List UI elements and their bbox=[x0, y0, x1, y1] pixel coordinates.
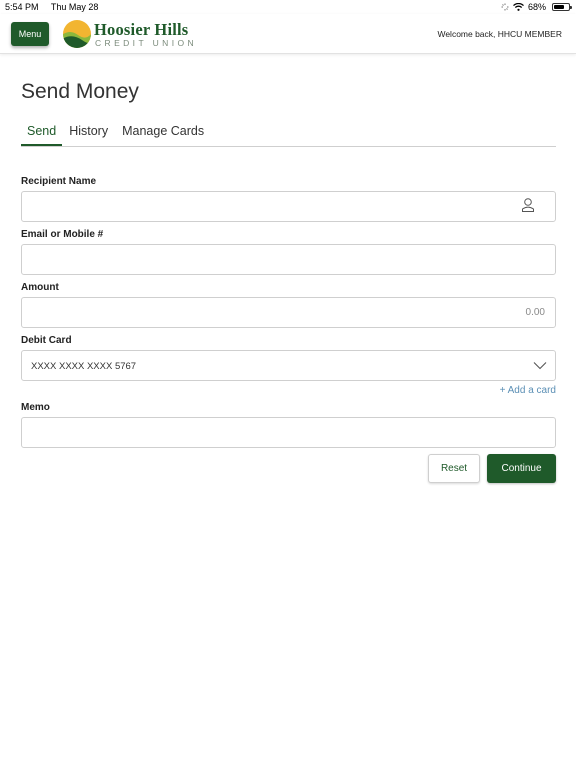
tab-bar: Send History Manage Cards bbox=[21, 122, 556, 147]
logo-title: Hoosier Hills bbox=[94, 20, 189, 39]
email-mobile-label: Email or Mobile # bbox=[21, 229, 104, 240]
email-mobile-input[interactable] bbox=[22, 245, 555, 274]
logo[interactable]: Hoosier Hills CREDIT UNION bbox=[62, 19, 197, 49]
debit-card-label: Debit Card bbox=[21, 335, 72, 346]
memo-label: Memo bbox=[21, 402, 50, 413]
contact-person-icon[interactable] bbox=[521, 197, 535, 213]
memo-field bbox=[21, 417, 556, 448]
email-mobile-field bbox=[21, 244, 556, 275]
hills-logo-icon bbox=[63, 20, 91, 48]
add-card-link[interactable]: + Add a card bbox=[500, 385, 556, 396]
recipient-name-label: Recipient Name bbox=[21, 176, 97, 187]
logo-subtitle: CREDIT UNION bbox=[95, 38, 198, 48]
debit-card-value: XXXX XXXX XXXX 5767 bbox=[31, 361, 137, 372]
loading-spinner-icon bbox=[501, 3, 509, 11]
tab-manage-cards[interactable]: Manage Cards bbox=[115, 122, 211, 146]
status-bar: 5:54 PM Thu May 28 68% bbox=[0, 0, 576, 14]
recipient-name-field bbox=[21, 191, 556, 222]
tab-history[interactable]: History bbox=[62, 122, 115, 146]
status-date: Thu May 28 bbox=[50, 2, 99, 12]
debit-card-select[interactable]: XXXX XXXX XXXX 5767 bbox=[21, 350, 556, 381]
battery-percent: 68% bbox=[527, 2, 546, 12]
continue-button[interactable]: Continue bbox=[487, 454, 556, 483]
tab-send[interactable]: Send bbox=[21, 122, 63, 146]
menu-button[interactable]: Menu bbox=[11, 22, 49, 46]
wifi-icon bbox=[513, 3, 524, 11]
battery-icon bbox=[552, 3, 572, 11]
memo-input[interactable] bbox=[22, 418, 555, 447]
amount-label: Amount bbox=[21, 282, 59, 293]
status-time: 5:54 PM bbox=[5, 2, 39, 12]
amount-input[interactable] bbox=[22, 298, 555, 327]
recipient-name-input[interactable] bbox=[22, 192, 555, 221]
amount-field bbox=[21, 297, 556, 328]
reset-button[interactable]: Reset bbox=[428, 454, 480, 483]
chevron-down-icon bbox=[533, 362, 547, 370]
welcome-message: Welcome back, HHCU MEMBER bbox=[437, 29, 562, 39]
app-header: Menu Hoosier Hills CREDIT UNION Welcome … bbox=[0, 14, 576, 54]
page-title: Send Money bbox=[21, 80, 139, 103]
